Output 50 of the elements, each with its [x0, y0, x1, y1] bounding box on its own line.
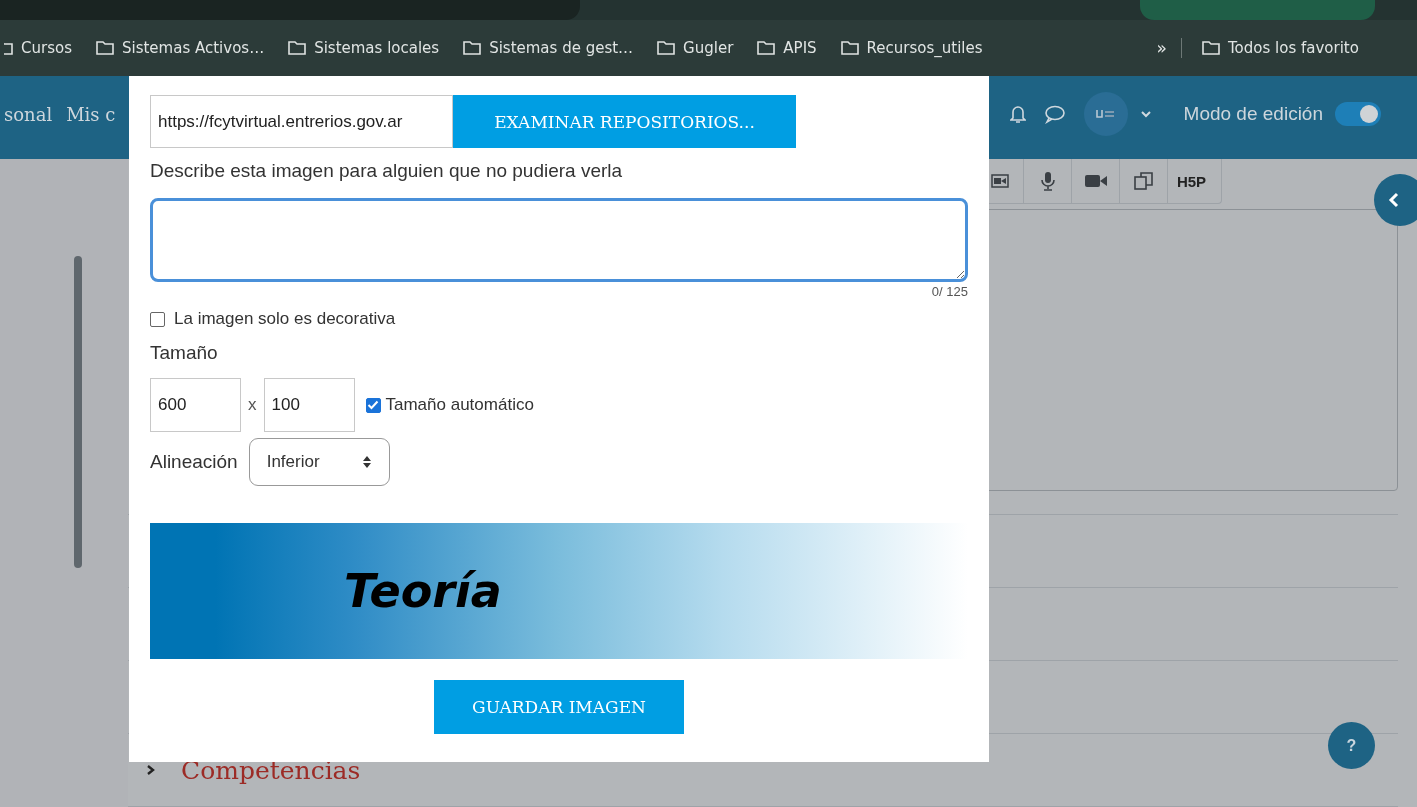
url-field[interactable]: https://fcytvirtual.entrerios.gov.ar: [150, 95, 453, 148]
chat-icon[interactable]: [1043, 104, 1066, 125]
edit-mode-label: Modo de edición: [1183, 103, 1323, 126]
bookmark[interactable]: Sistemas Activos…: [121, 38, 265, 57]
bookmark[interactable]: APIS: [783, 38, 817, 57]
times-sign: x: [248, 395, 257, 415]
nav-link[interactable]: sonal: [4, 103, 53, 125]
checkbox-label: Tamaño automático: [385, 395, 534, 415]
folder-icon: [657, 40, 676, 56]
folder-icon: [463, 40, 482, 56]
folder-icon: [1202, 40, 1220, 56]
folder-icon: [840, 40, 859, 56]
video-icon[interactable]: [990, 174, 1009, 188]
more-bookmarks-button[interactable]: »: [1156, 37, 1167, 58]
bookmark[interactable]: Todos los favorito: [1228, 38, 1359, 57]
character-counter: 0/ 125: [931, 284, 968, 299]
alignment-label: Alineación: [150, 451, 238, 473]
bell-icon[interactable]: [1009, 104, 1026, 125]
chevron-left-icon[interactable]: [1388, 192, 1400, 208]
folder-icon: [4, 40, 13, 56]
nav-link[interactable]: Mis c: [66, 103, 116, 125]
microphone-icon[interactable]: [1040, 171, 1055, 191]
sort-arrows-icon: [361, 455, 372, 469]
bookmark[interactable]: Sistemas locales: [314, 38, 440, 57]
size-label: Tamaño: [150, 342, 219, 364]
bookmark[interactable]: Gugler: [683, 38, 734, 57]
folder-icon: [288, 40, 307, 56]
height-field[interactable]: 100: [263, 378, 355, 432]
copy-icon[interactable]: [1133, 171, 1154, 191]
alt-text-field[interactable]: [150, 198, 968, 282]
banner-title: Teoría: [344, 564, 502, 618]
drawer-toggle-button[interactable]: [1374, 174, 1417, 226]
folder-icon: [757, 40, 776, 56]
checkbox[interactable]: [365, 397, 381, 413]
checkbox-label: La imagen solo es decorativa: [174, 309, 396, 329]
checkbox[interactable]: [150, 311, 165, 327]
chevron-right-icon[interactable]: [145, 764, 157, 776]
width-field[interactable]: 600: [150, 378, 241, 432]
bookmark[interactable]: Cursos: [21, 38, 72, 57]
bookmark[interactable]: Sistemas de gest…: [489, 38, 634, 57]
caret-icon[interactable]: [1139, 110, 1152, 119]
alignment-select[interactable]: Inferior: [248, 438, 390, 486]
folder-icon: [95, 40, 114, 56]
h5p-button[interactable]: H5P: [1176, 172, 1207, 190]
help-button[interactable]: ?: [1328, 722, 1375, 769]
camera-icon[interactable]: [1083, 173, 1108, 189]
scrollbar[interactable]: [74, 256, 82, 568]
bookmark[interactable]: Recursos_utiles: [866, 38, 983, 57]
edit-mode-toggle[interactable]: [1335, 102, 1381, 127]
alt-text-label: Describe esta imagen para alguien que no pudiera verla: [150, 160, 624, 182]
